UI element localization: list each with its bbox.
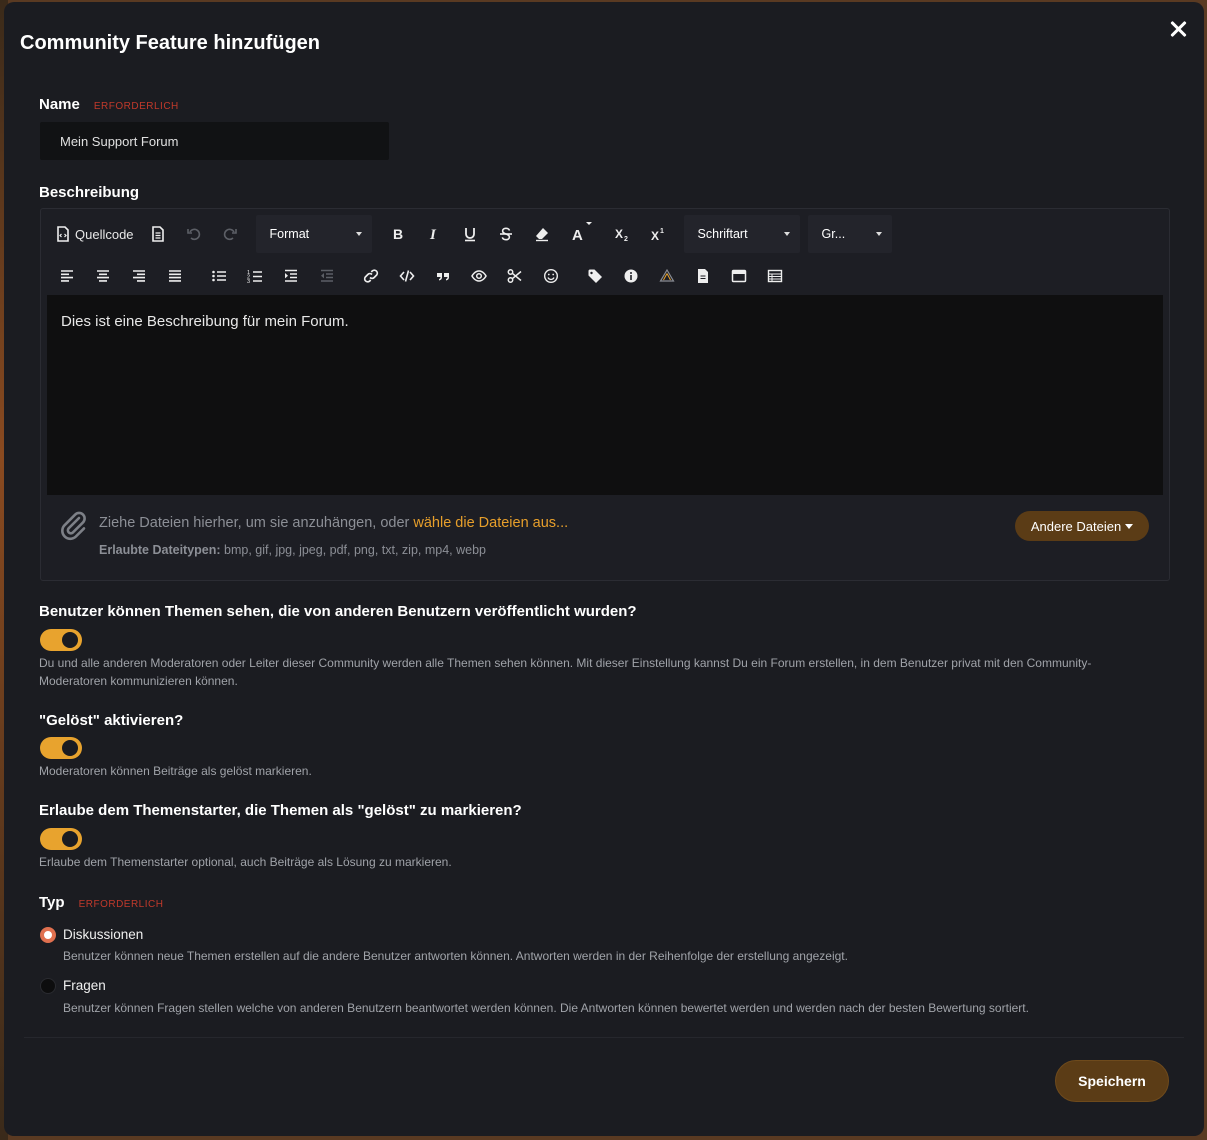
font-size-dropdown[interactable]: Gr... [807,215,892,253]
redo-icon[interactable] [212,216,248,252]
close-icon[interactable] [1165,16,1191,42]
allowed-types-label: Erlaubte Dateitypen: [99,543,221,557]
footer-divider [24,1037,1184,1038]
page-icon[interactable] [685,258,721,294]
modal-title: Community Feature hinzufügen [20,32,320,54]
type-label: Typ [39,894,65,911]
svg-text:B: B [393,226,403,242]
chevron-down-icon [783,232,790,236]
attachment-dropzone[interactable]: Ziehe Dateien hierher, um sie anzuhängen… [57,509,1157,569]
source-code-button[interactable]: Quellcode [49,216,140,252]
font-family-label: Schriftart [697,227,748,241]
toggle-see-topics[interactable] [40,629,82,651]
radio-questions[interactable] [40,978,56,994]
undo-icon[interactable] [176,216,212,252]
document-icon[interactable] [140,216,176,252]
font-family-dropdown[interactable]: Schriftart [683,215,800,253]
align-justify-icon[interactable] [157,258,193,294]
strikethrough-icon[interactable] [488,216,524,252]
code-icon[interactable] [389,258,425,294]
svg-text:A: A [572,227,583,242]
info-icon[interactable] [613,258,649,294]
align-right-icon[interactable] [121,258,157,294]
required-tag: ERFORDERLICH [93,101,179,112]
scissors-icon[interactable] [497,258,533,294]
indent-icon[interactable] [273,258,309,294]
editor-content-area[interactable]: Dies ist eine Beschreibung für mein Foru… [47,295,1163,495]
svg-text:1: 1 [660,228,664,235]
align-left-icon[interactable] [49,258,85,294]
radio-discussions[interactable] [40,927,56,943]
required-tag: ERFORDERLICH [78,899,164,910]
radio-desc-discussions: Benutzer können neue Themen erstellen au… [63,949,848,963]
attachment-hint: Ziehe Dateien hierher, um sie anzuhängen… [99,515,568,531]
name-label-row: Name ERFORDERLICH [39,96,179,113]
allowed-file-types: Erlaubte Dateitypen: bmp, gif, jpg, jpeg… [99,543,486,557]
font-size-label: Gr... [821,227,846,241]
editor-toolbar-row-2: 123 [49,256,793,296]
other-files-label: Andere Dateien [1030,518,1122,534]
spoiler-icon[interactable] [649,258,685,294]
type-label-row: Typ ERFORDERLICH [39,894,163,911]
editor-toolbar-row-1: Quellcode Format B I A X2 X 1 Schriftart… [49,214,892,254]
svg-text:X: X [615,227,623,241]
outdent-icon[interactable] [309,258,345,294]
quote-icon[interactable] [425,258,461,294]
attachment-hint-text: Ziehe Dateien hierher, um sie anzuhängen… [99,515,414,531]
svg-text:X: X [651,229,659,242]
align-center-icon[interactable] [85,258,121,294]
chevron-down-icon [355,232,362,236]
svg-text:3: 3 [247,279,250,284]
tag-icon[interactable] [577,258,613,294]
name-label: Name [39,96,80,113]
caret-down-icon [1125,523,1134,529]
option-desc-solved: Moderatoren können Beiträge als gelöst m… [39,764,312,778]
chevron-down-icon [875,232,882,236]
name-input[interactable] [40,122,389,160]
svg-text:I: I [429,227,437,242]
editor-content-text: Dies ist eine Beschreibung für mein Foru… [61,313,349,330]
other-files-button[interactable]: Andere Dateien [1015,511,1149,541]
bullet-list-icon[interactable] [201,258,237,294]
eraser-icon[interactable] [524,216,560,252]
paperclip-icon [61,511,86,541]
modal-dialog: Community Feature hinzufügen Name ERFORD… [4,2,1204,1136]
underline-icon[interactable] [452,216,488,252]
option-title-solved: "Gelöst" aktivieren? [39,712,184,729]
radio-label-discussions: Diskussionen [63,927,144,942]
toggle-starter-solved[interactable] [40,828,82,850]
option-title-starter-solved: Erlaube dem Themenstarter, die Themen al… [39,802,522,819]
subscript-icon[interactable]: X2 [604,216,640,252]
source-file-icon [57,226,69,242]
source-code-label: Quellcode [75,226,134,242]
allowed-types-list: bmp, gif, jpg, jpeg, pdf, png, txt, zip,… [220,543,486,557]
bold-icon[interactable]: B [380,216,416,252]
rich-text-editor: Quellcode Format B I A X2 X 1 Schriftart… [40,208,1170,581]
description-label-row: Beschreibung [39,184,139,201]
svg-text:2: 2 [624,236,628,242]
format-label: Format [269,227,310,241]
option-desc-starter-solved: Erlaube dem Themenstarter optional, auch… [39,855,452,869]
toggle-solved[interactable] [40,737,82,759]
italic-icon[interactable]: I [416,216,452,252]
radio-desc-questions: Benutzer können Fragen stellen welche vo… [63,1001,1029,1015]
table-icon[interactable] [757,258,793,294]
preview-eye-icon[interactable] [461,258,497,294]
numbered-list-icon[interactable]: 123 [237,258,273,294]
radio-label-questions: Fragen [63,978,106,993]
link-icon[interactable] [353,258,389,294]
option-title-see-topics: Benutzer können Themen sehen, die von an… [39,603,637,620]
emoji-icon[interactable] [533,258,569,294]
format-dropdown[interactable]: Format [255,215,372,253]
window-icon[interactable] [721,258,757,294]
text-color-icon[interactable]: A [560,216,596,252]
description-label: Beschreibung [39,184,140,201]
option-desc-see-topics: Du und alle anderen Moderatoren oder Lei… [39,656,1092,688]
save-button[interactable]: Speichern [1055,1060,1169,1102]
choose-files-link[interactable]: wähle die Dateien aus... [413,515,568,531]
superscript-icon[interactable]: X1 [640,216,676,252]
